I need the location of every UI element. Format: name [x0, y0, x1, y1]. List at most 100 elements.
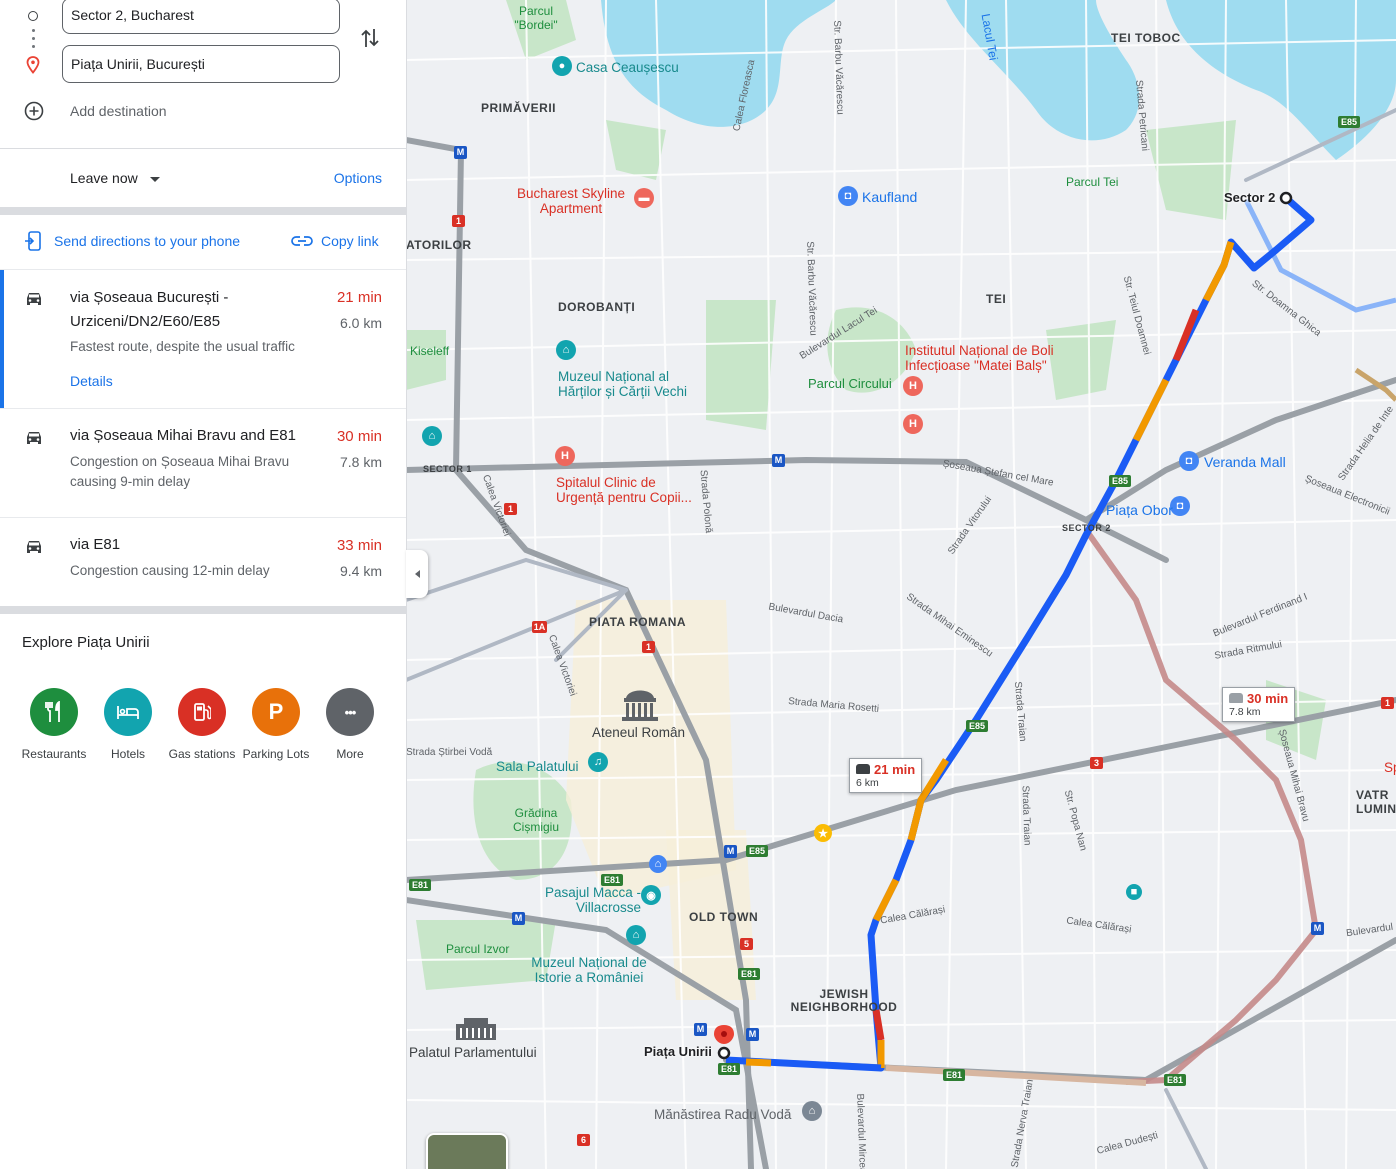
category-more[interactable]: ••• More — [314, 688, 386, 761]
place-label: Bucharest Skyline Apartment — [516, 186, 626, 216]
camera-pin-icon[interactable]: ◉ — [641, 885, 661, 905]
leave-now-dropdown[interactable]: Leave now — [70, 170, 160, 186]
route-callout-alternative[interactable]: 30 min 7.8 km — [1222, 687, 1296, 722]
route-time: 30 min — [336, 428, 382, 445]
ateneu-landmark-icon[interactable] — [618, 684, 662, 722]
road-number-shield: 1 — [504, 503, 517, 515]
category-label: Hotels — [110, 747, 145, 761]
road-number-shield: 1 — [1381, 697, 1394, 709]
area-label: ATORILOR — [406, 238, 472, 252]
area-label: SECTOR 1 — [423, 464, 472, 474]
route-callout-fastest[interactable]: 21 min 6 km — [849, 758, 923, 793]
road-number-shield: 3 — [1090, 757, 1103, 769]
shopping-cart-pin-icon[interactable]: ◘ — [1170, 496, 1190, 516]
area-label: DOROBANȚI — [558, 300, 636, 314]
origin-map-label: Sector 2 — [1224, 190, 1276, 205]
museum-pin-icon[interactable]: ⌂ — [422, 426, 442, 446]
add-destination-button[interactable]: Add destination — [70, 103, 167, 119]
send-to-phone-button[interactable]: Send directions to your phone — [54, 233, 240, 249]
place-pin-icon[interactable]: ■ — [1126, 884, 1142, 900]
museum-pin-icon[interactable]: ⌂ — [626, 925, 646, 945]
road-number-shield: 6 — [577, 1134, 590, 1146]
landmark-label: Ateneul Român — [592, 725, 686, 740]
route-dot-icon — [32, 45, 35, 48]
route-shield: E85 — [746, 845, 769, 857]
area-label: TEI — [986, 292, 1007, 306]
dropdown-arrow-icon — [149, 176, 160, 182]
collapse-panel-button[interactable] — [406, 550, 428, 598]
category-label: Restaurants — [21, 747, 87, 761]
route-shield: E81 — [601, 874, 624, 886]
hotel-pin-icon[interactable]: ▬ — [634, 188, 654, 208]
metro-station-icon[interactable]: M — [724, 845, 737, 858]
route-option-2[interactable]: via Șoseaua Mihai Bravu and E81 Congesti… — [0, 409, 406, 517]
park-label: Parcul Circului — [808, 376, 892, 391]
museum-pin-icon[interactable]: ⌂ — [556, 340, 576, 360]
street-label: Strada Traian — [1019, 785, 1033, 846]
car-icon — [1229, 693, 1243, 703]
monastery-pin-icon[interactable]: ⌂ — [802, 1101, 822, 1121]
category-parking-lots[interactable]: P Parking Lots — [240, 688, 312, 761]
metro-station-icon[interactable]: M — [694, 1023, 707, 1036]
route-shield: E85 — [1338, 116, 1361, 128]
shop-label: Piața Obor — [1106, 502, 1173, 518]
hospital-pin-icon[interactable]: H — [555, 446, 575, 466]
metro-station-icon[interactable]: M — [512, 912, 525, 925]
metro-station-icon[interactable]: M — [746, 1028, 759, 1041]
category-restaurants[interactable]: Restaurants — [18, 688, 90, 761]
map-graphics — [406, 0, 1396, 1169]
metro-station-icon[interactable]: M — [1311, 922, 1324, 935]
bed-icon — [104, 688, 152, 736]
metro-station-icon[interactable]: M — [772, 454, 785, 467]
destination-input[interactable]: Piața Unirii, București — [62, 45, 340, 83]
route-subtitle: Congestion causing 12-min delay — [70, 563, 270, 578]
map-canvas[interactable]: TEI TOBOC PRIMĂVERII DOROBANȚI TEI PIATA… — [406, 0, 1396, 1169]
route-details-button[interactable]: Details — [70, 373, 113, 389]
callout-time: 21 min — [874, 762, 916, 777]
landmark-pin-icon[interactable]: ● — [552, 56, 572, 76]
car-icon — [856, 764, 870, 774]
swap-icon[interactable] — [360, 27, 380, 49]
area-label: PIATA ROMANA — [589, 615, 687, 629]
area-label: PRIMĂVERII — [481, 101, 557, 115]
add-destination-icon[interactable] — [24, 101, 44, 121]
layers-satellite-button[interactable] — [426, 1133, 508, 1169]
home-pin-icon[interactable]: ⌂ — [649, 855, 667, 873]
route-dot-icon — [32, 37, 35, 40]
area-label: TEI TOBOC — [1111, 31, 1181, 45]
options-button[interactable]: Options — [334, 170, 382, 186]
shopping-cart-pin-icon[interactable]: ◘ — [838, 186, 858, 206]
saved-star-icon[interactable]: ★ — [814, 824, 832, 842]
section-divider — [0, 207, 406, 215]
origin-input[interactable]: Sector 2, Bucharest — [62, 0, 340, 34]
road-number-shield: 1A — [532, 621, 547, 633]
category-label: Parking Lots — [242, 747, 310, 761]
route-option-1[interactable]: via Șoseaua București - Urziceni/DN2/E60… — [0, 270, 406, 408]
hospital-pin-icon[interactable]: H — [903, 376, 923, 396]
shop-label: Veranda Mall — [1204, 454, 1286, 470]
parliament-landmark-icon[interactable] — [454, 1016, 498, 1042]
route-shield: E81 — [718, 1063, 741, 1075]
explore-title: Explore Piața Unirii — [22, 634, 150, 651]
route-title: via Șoseaua Mihai Bravu and E81 — [70, 427, 296, 444]
category-hotels[interactable]: Hotels — [92, 688, 164, 761]
metro-station-icon[interactable]: M — [454, 146, 467, 159]
destination-pin-icon — [26, 56, 40, 74]
copy-link-button[interactable]: Copy link — [321, 233, 379, 249]
category-label: More — [336, 747, 364, 761]
fork-knife-icon — [30, 688, 78, 736]
route-option-3[interactable]: via E81 Congestion causing 12-min delay … — [0, 518, 406, 606]
shopping-bag-pin-icon[interactable]: ◘ — [1179, 451, 1199, 471]
park-label: Parcul Tei — [1066, 175, 1119, 189]
hospital-pin-icon[interactable]: H — [903, 414, 923, 434]
music-pin-icon[interactable]: ♫ — [588, 752, 608, 772]
route-shield: E85 — [1109, 475, 1132, 487]
route-shield: E85 — [966, 720, 989, 732]
category-gas-stations[interactable]: Gas stations — [166, 688, 238, 761]
route-distance: 9.4 km — [339, 563, 382, 579]
road-number-shield: 5 — [740, 938, 753, 950]
selected-route-indicator — [0, 270, 4, 408]
route-subtitle: Fastest route, despite the usual traffic — [70, 339, 295, 354]
park-label: Parcul Izvor — [446, 942, 510, 956]
route-shield: E81 — [409, 879, 432, 891]
